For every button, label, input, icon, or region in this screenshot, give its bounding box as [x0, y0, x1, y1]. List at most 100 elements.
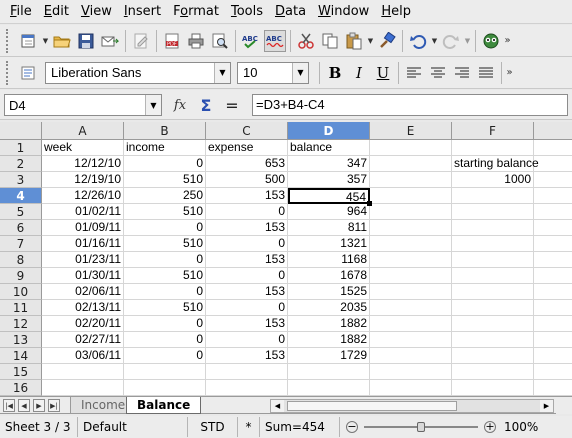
- undo-icon[interactable]: [407, 30, 429, 52]
- data-cell-expense[interactable]: 0: [206, 268, 288, 284]
- empty-cell[interactable]: [534, 316, 572, 332]
- data-cell-expense[interactable]: 153: [206, 284, 288, 300]
- menu-edit[interactable]: Edit: [38, 0, 75, 24]
- empty-cell[interactable]: [452, 284, 534, 300]
- data-cell-week[interactable]: 02/27/11: [42, 332, 124, 348]
- row-header-4[interactable]: 4: [0, 188, 42, 204]
- navigator-icon[interactable]: [480, 30, 502, 52]
- empty-cell[interactable]: [534, 204, 572, 220]
- row-header-13[interactable]: 13: [0, 332, 42, 348]
- data-cell-expense[interactable]: 0: [206, 300, 288, 316]
- previous-sheet-icon[interactable]: ◀: [18, 399, 30, 412]
- empty-cell[interactable]: [452, 380, 534, 396]
- menu-tools[interactable]: Tools: [225, 0, 269, 24]
- column-header-c[interactable]: C: [206, 122, 288, 140]
- scroll-right-icon[interactable]: ▶: [540, 400, 553, 412]
- data-cell-week[interactable]: 02/13/11: [42, 300, 124, 316]
- cut-icon[interactable]: [295, 30, 317, 52]
- data-cell-income[interactable]: 0: [124, 332, 206, 348]
- empty-cell[interactable]: [534, 236, 572, 252]
- row-header-10[interactable]: 10: [0, 284, 42, 300]
- data-cell-income[interactable]: 0: [124, 220, 206, 236]
- data-cell-income[interactable]: 0: [124, 284, 206, 300]
- data-cell-expense[interactable]: 500: [206, 172, 288, 188]
- empty-cell[interactable]: [534, 364, 572, 380]
- empty-cell[interactable]: [534, 220, 572, 236]
- data-cell-income[interactable]: 510: [124, 268, 206, 284]
- empty-cell[interactable]: [370, 332, 452, 348]
- empty-cell[interactable]: [370, 220, 452, 236]
- data-cell-week[interactable]: 12/26/10: [42, 188, 124, 204]
- chevron-down-icon[interactable]: ▼: [145, 95, 161, 115]
- data-cell-income[interactable]: 510: [124, 236, 206, 252]
- print-icon[interactable]: [185, 30, 207, 52]
- page-style[interactable]: Default: [78, 417, 188, 437]
- toolbar-overflow-icon[interactable]: »: [505, 62, 514, 84]
- empty-cell[interactable]: [206, 380, 288, 396]
- empty-cell[interactable]: [370, 380, 452, 396]
- column-header-a[interactable]: A: [42, 122, 124, 140]
- name-box[interactable]: D4 ▼: [4, 94, 162, 116]
- data-cell-balance[interactable]: 1525: [288, 284, 370, 300]
- data-cell-week[interactable]: 01/02/11: [42, 204, 124, 220]
- empty-cell[interactable]: [452, 204, 534, 220]
- data-cell-week[interactable]: 03/06/11: [42, 348, 124, 364]
- data-cell-week[interactable]: 01/30/11: [42, 268, 124, 284]
- data-cell-income[interactable]: 510: [124, 172, 206, 188]
- empty-cell[interactable]: [370, 284, 452, 300]
- data-cell-balance[interactable]: 347: [288, 156, 370, 172]
- selection-mode[interactable]: STD: [188, 417, 238, 437]
- zoom-level[interactable]: 100%: [496, 417, 543, 437]
- empty-cell[interactable]: [42, 380, 124, 396]
- empty-cell[interactable]: [370, 364, 452, 380]
- data-cell-balance[interactable]: 1168: [288, 252, 370, 268]
- row-header-6[interactable]: 6: [0, 220, 42, 236]
- column-header-partial[interactable]: [534, 122, 572, 140]
- save-icon[interactable]: [75, 30, 97, 52]
- toolbar-overflow-icon[interactable]: »: [503, 30, 512, 52]
- align-right-icon[interactable]: [451, 62, 473, 84]
- fill-handle[interactable]: [367, 201, 372, 206]
- menu-insert[interactable]: Insert: [118, 0, 167, 24]
- empty-cell[interactable]: [534, 172, 572, 188]
- column-header-e[interactable]: E: [370, 122, 452, 140]
- header-cell-income[interactable]: income: [124, 140, 206, 156]
- data-cell-expense[interactable]: 153: [206, 252, 288, 268]
- active-cell[interactable]: 454: [288, 188, 370, 204]
- data-cell-week[interactable]: 01/16/11: [42, 236, 124, 252]
- header-cell-week[interactable]: week: [42, 140, 124, 156]
- italic-button[interactable]: I: [348, 62, 370, 84]
- page-preview-icon[interactable]: [209, 30, 231, 52]
- starting-balance-value[interactable]: 1000: [452, 172, 534, 188]
- empty-cell[interactable]: [452, 364, 534, 380]
- chevron-down-icon[interactable]: ▼: [41, 30, 50, 52]
- row-header-5[interactable]: 5: [0, 204, 42, 220]
- data-cell-balance[interactable]: 357: [288, 172, 370, 188]
- data-cell-balance[interactable]: 1321: [288, 236, 370, 252]
- row-header-8[interactable]: 8: [0, 252, 42, 268]
- new-document-icon[interactable]: [18, 30, 40, 52]
- toolbar-grip[interactable]: [6, 28, 14, 53]
- empty-cell[interactable]: [534, 268, 572, 284]
- toolbar-grip[interactable]: [6, 60, 14, 85]
- data-cell-balance[interactable]: 964: [288, 204, 370, 220]
- empty-cell[interactable]: [370, 204, 452, 220]
- empty-cell[interactable]: [534, 188, 572, 204]
- empty-cell[interactable]: [452, 348, 534, 364]
- empty-cell[interactable]: [370, 268, 452, 284]
- formula-input[interactable]: =D3+B4-C4: [252, 94, 568, 116]
- row-header-1[interactable]: 1: [0, 140, 42, 156]
- zoom-out-icon[interactable]: −: [346, 421, 358, 433]
- font-size-box[interactable]: 10 ▼: [237, 61, 309, 84]
- column-header-b[interactable]: B: [124, 122, 206, 140]
- menu-window[interactable]: Window: [312, 0, 375, 24]
- row-header-9[interactable]: 9: [0, 268, 42, 284]
- data-cell-income[interactable]: 250: [124, 188, 206, 204]
- edit-file-icon[interactable]: [130, 30, 152, 52]
- scroll-left-icon[interactable]: ◀: [271, 400, 284, 412]
- empty-cell[interactable]: [370, 300, 452, 316]
- empty-cell[interactable]: [534, 300, 572, 316]
- data-cell-week[interactable]: 01/23/11: [42, 252, 124, 268]
- chevron-down-icon[interactable]: ▼: [430, 30, 439, 52]
- empty-cell[interactable]: [534, 348, 572, 364]
